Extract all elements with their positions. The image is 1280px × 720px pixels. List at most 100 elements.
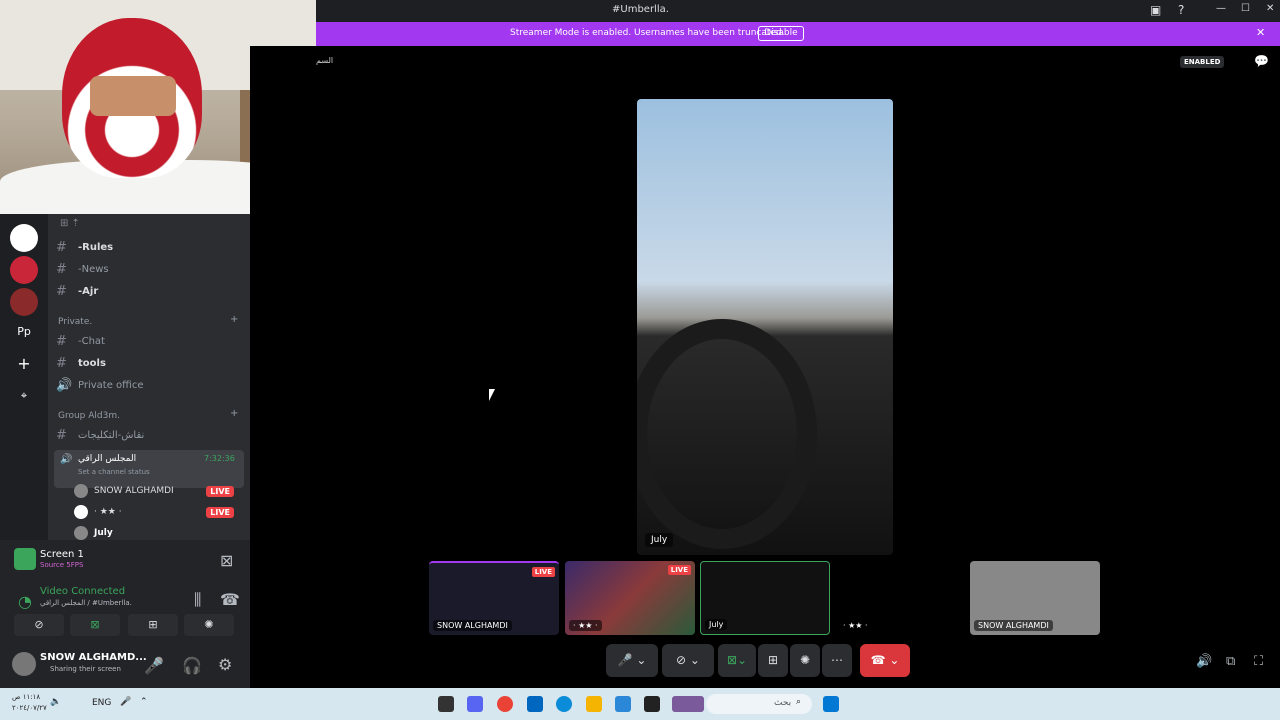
add-channel-icon[interactable]: + <box>230 408 238 419</box>
language-indicator[interactable]: ENG <box>92 698 111 708</box>
search-placeholder: بحث <box>774 698 792 708</box>
mouse-cursor-icon <box>489 389 495 401</box>
add-channel-icon[interactable]: + <box>230 314 238 325</box>
user-name: SNOW ALGHAMD... <box>40 652 147 663</box>
help-icon[interactable]: ? <box>1178 3 1184 17</box>
stream-tile-2[interactable]: LIVE · ★★ · <box>565 561 695 635</box>
mute-button[interactable]: 🎤 ⌄ <box>606 644 658 677</box>
chat-icon[interactable]: 💬 <box>1254 54 1269 68</box>
volume-icon[interactable]: 🔊 <box>1196 654 1212 669</box>
avatar[interactable] <box>12 652 36 676</box>
obs-icon[interactable] <box>438 696 454 712</box>
channel-label: Chat <box>81 335 105 347</box>
noise-icon[interactable]: ⫼ <box>194 590 201 610</box>
tile-label: SNOW ALGHAMDI <box>974 620 1053 631</box>
server-icon-pp[interactable]: Pp <box>10 318 38 346</box>
headphones-icon[interactable]: 🎧 <box>182 656 202 675</box>
volume-tray-icon[interactable]: 🔈 <box>50 697 61 707</box>
popout-icon[interactable]: ⧉ <box>1226 654 1235 669</box>
store-icon[interactable] <box>527 696 543 712</box>
user-name: SNOW ALGHAMDI <box>94 486 174 496</box>
live-badge: LIVE <box>531 567 555 577</box>
add-server-icon[interactable]: + <box>10 350 38 378</box>
edge-icon[interactable] <box>556 696 572 712</box>
channel-status[interactable]: Set a channel status <box>78 468 150 476</box>
channel-chat[interactable]: # - Chat <box>56 332 105 350</box>
gear-icon[interactable]: ⚙ <box>218 655 232 674</box>
disconnect-icon[interactable]: ☎ <box>220 590 240 609</box>
channel-label: News <box>81 263 109 275</box>
video-off-button[interactable]: ⊘ <box>14 614 64 636</box>
window-title: #Umberlla. <box>612 4 669 15</box>
live-badge: LIVE <box>206 485 234 497</box>
soundboard-panel-button[interactable]: ✺ <box>184 614 234 636</box>
discover-icon[interactable]: ⌖ <box>10 382 38 410</box>
screen-share-button[interactable]: ⊠⌄ <box>718 644 756 677</box>
video-channel: المجلس الراقي / #Umberlla. <box>40 599 132 607</box>
soundboard-button[interactable]: ✺ <box>790 644 820 677</box>
close-window-icon[interactable]: ✕ <box>1266 3 1274 14</box>
server-icon-1[interactable] <box>10 224 38 252</box>
stream-tile-4[interactable]: · ★★ · <box>835 561 965 635</box>
stream-tile-3[interactable]: July <box>700 561 830 635</box>
chrome-icon[interactable] <box>497 696 513 712</box>
terminal-icon[interactable] <box>644 696 660 712</box>
disconnect-button[interactable]: ☎ ⌄ <box>860 644 910 677</box>
discord-icon[interactable] <box>467 696 483 712</box>
more-button[interactable]: ⋯ <box>822 644 852 677</box>
avatar <box>74 526 88 540</box>
server-icon-umbrella[interactable] <box>10 256 38 284</box>
channel-label: Rules <box>82 241 114 253</box>
folder-icon[interactable] <box>586 696 602 712</box>
mic-icon[interactable]: 🎤 <box>144 656 164 675</box>
voice-user[interactable]: SNOW ALGHAMDI LIVE <box>74 482 244 500</box>
close-icon[interactable]: ✕ <box>1256 26 1265 39</box>
category-group[interactable]: Group Ald3m. <box>58 411 120 421</box>
tile-label: · ★★ · <box>569 620 602 631</box>
activity-button[interactable]: ⊞ <box>128 614 178 636</box>
app-icon[interactable] <box>615 696 631 712</box>
chevron-up-icon[interactable]: ⌃ <box>140 697 148 707</box>
windows-start-icon[interactable] <box>823 696 839 712</box>
fullscreen-icon[interactable]: ⛶ <box>1254 654 1263 669</box>
clock-time: ١١:١٨ ص <box>12 693 41 701</box>
channel-ajr[interactable]: # - Ajr <box>56 282 98 300</box>
activities-button[interactable]: ⊞ <box>758 644 788 677</box>
video-status: Video Connected <box>40 586 126 597</box>
inbox-icon[interactable]: ▣ <box>1150 3 1161 17</box>
voice-user[interactable]: · ★★ · LIVE <box>74 503 244 521</box>
channel-rules[interactable]: # - Rules <box>56 238 113 256</box>
maximize-icon[interactable]: ☐ <box>1241 3 1250 14</box>
disable-streamer-mode-button[interactable]: Disable <box>758 26 804 41</box>
stream-tile-5[interactable]: SNOW ALGHAMDI <box>970 561 1100 635</box>
search-box[interactable]: بحث ⌕ <box>706 694 812 714</box>
game-icon[interactable] <box>672 696 704 712</box>
screen-button[interactable]: ⊠ <box>70 614 120 636</box>
mic-tray-icon[interactable]: 🎤 <box>120 697 131 707</box>
minimize-icon[interactable]: — <box>1216 3 1226 14</box>
channel-label: Private office <box>78 379 144 391</box>
signal-icon[interactable]: ◔ <box>18 592 32 611</box>
stream-tile-1[interactable]: LIVE SNOW ALGHAMDI <box>429 561 559 635</box>
speaker-icon: 🔊 <box>60 454 73 465</box>
channel-news[interactable]: # - News <box>56 260 109 278</box>
avatar <box>74 484 88 498</box>
voice-timer: 7:32:36 <box>204 454 235 463</box>
channel-hash-icon: # <box>56 427 67 443</box>
category-private[interactable]: Private. <box>58 317 92 327</box>
channel-label: Ajr <box>82 285 99 297</box>
speaker-icon: 🔊 <box>56 377 73 393</box>
user-name: July <box>94 528 113 538</box>
channel-tools[interactable]: # tools <box>56 354 106 372</box>
user-name: · ★★ · <box>94 507 122 517</box>
steering-wheel <box>637 319 817 549</box>
channel-private-office[interactable]: 🔊 Private office <box>56 376 143 394</box>
channel-hash-icon: # <box>56 333 67 349</box>
main-video-stream[interactable]: July <box>637 99 893 555</box>
server-icon-3[interactable] <box>10 288 38 316</box>
screen-sub: Source 5FPS <box>40 561 84 569</box>
camera-button[interactable]: ⊘ ⌄ <box>662 644 714 677</box>
search-icon: ⌕ <box>796 697 802 707</box>
stop-stream-icon[interactable]: ⊠ <box>220 551 233 570</box>
channel-arabic-text[interactable]: # نقاش-التكليجات <box>56 426 144 444</box>
